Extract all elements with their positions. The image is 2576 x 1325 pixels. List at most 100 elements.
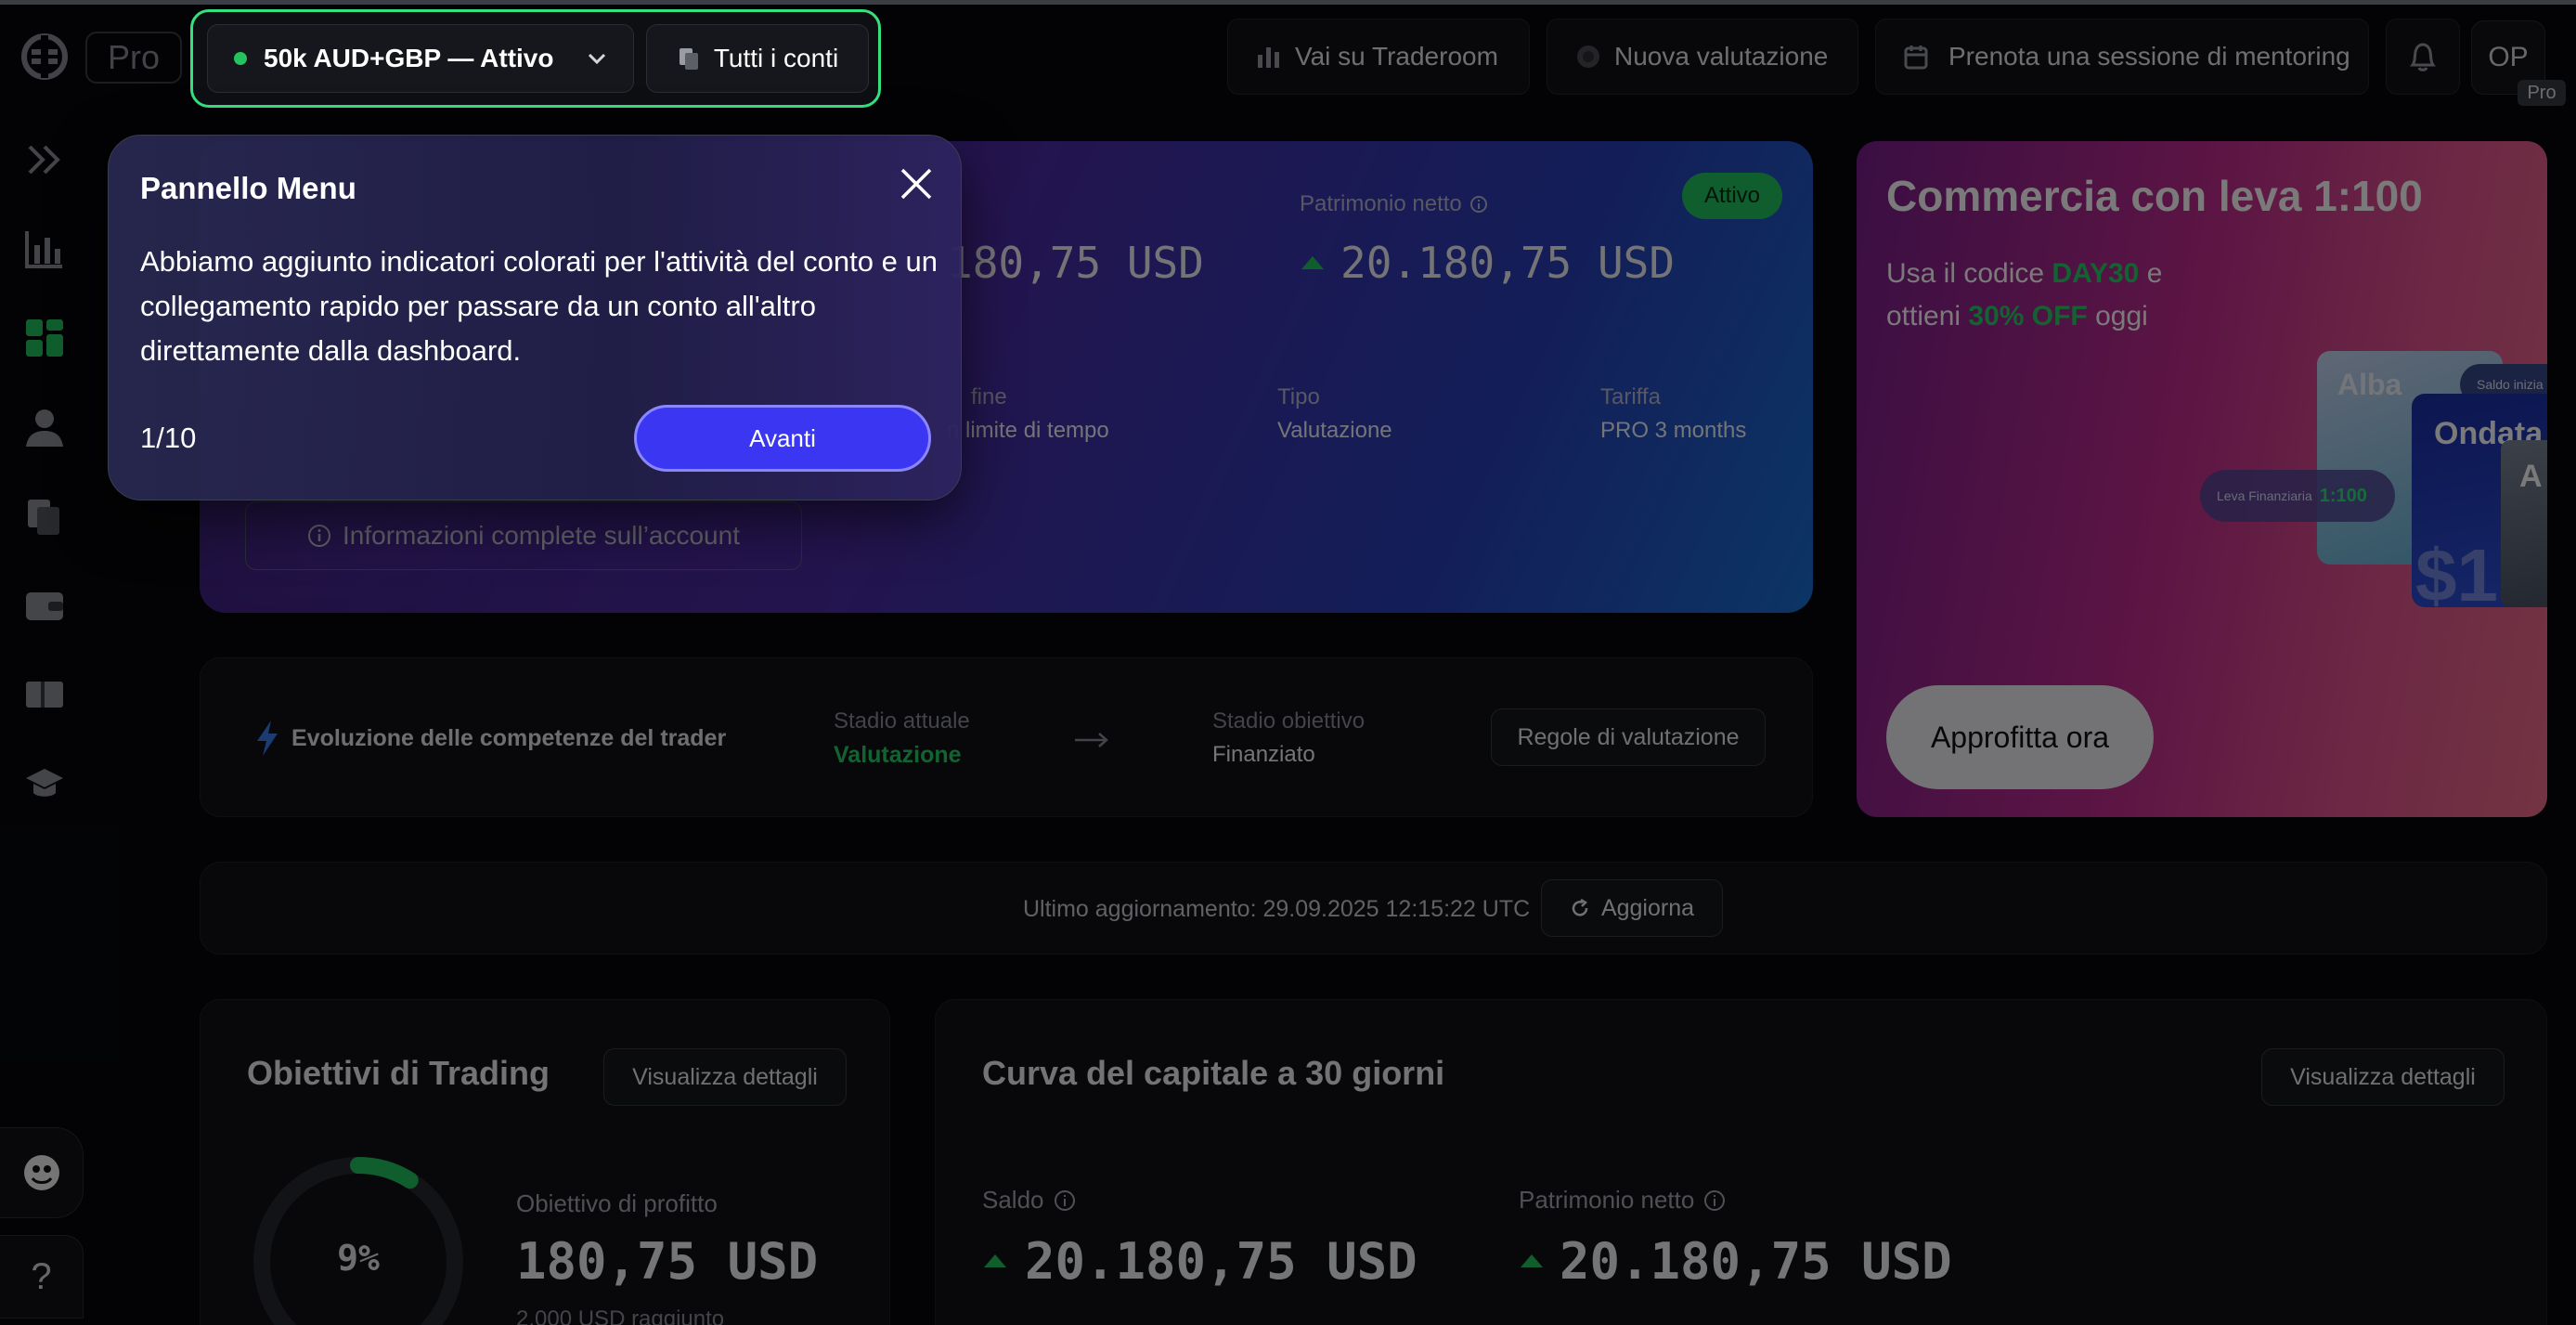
pro-badge: Pro	[2518, 80, 2566, 106]
bell-icon	[2407, 40, 2439, 73]
curve-equity-label: Patrimonio netto	[1519, 1186, 1726, 1215]
traderoom-label: Vai su Traderoom	[1295, 42, 1498, 71]
current-stage-label: Stadio attuale	[834, 708, 970, 734]
tour-popover: Pannello Menu Abbiamo aggiunto indicator…	[108, 135, 962, 500]
equity-curve-title: Curva del capitale a 30 giorni	[982, 1054, 1445, 1092]
current-stage-value: Valutazione	[834, 742, 962, 768]
account-info-button[interactable]: Informazioni complete sull’account	[245, 501, 802, 570]
promo-card-third: A	[2501, 440, 2547, 607]
app-logo-icon[interactable]	[20, 30, 69, 84]
objectives-title: Obiettivi di Trading	[247, 1054, 550, 1092]
promo-chip-leverage-label: Leva Finanziaria	[2217, 488, 2312, 503]
wallet-icon[interactable]	[22, 583, 67, 628]
balance-value-partial: 180,75 USD	[947, 238, 1204, 288]
pro-logo-badge: Pro	[85, 32, 182, 84]
all-accounts-label: Tutti i conti	[713, 44, 839, 72]
help-button[interactable]: ?	[0, 1235, 84, 1319]
bar-chart-icon	[1256, 44, 1282, 70]
user-icon[interactable]	[22, 405, 67, 449]
balance-up-icon	[982, 1253, 1008, 1269]
tariff-label: Tariffa	[1600, 384, 1661, 409]
end-date-label: fine	[971, 384, 1007, 409]
dashboard-grid-icon[interactable]	[22, 316, 67, 360]
tour-next-button[interactable]: Avanti	[634, 405, 931, 472]
account-status-dot	[234, 52, 247, 65]
promo-line-2-post: oggi	[2087, 301, 2148, 331]
last-update-text: Ultimo aggiornamento: 29.09.2025 12:15:2…	[1023, 896, 1531, 922]
tour-popover-title: Pannello Menu	[140, 171, 356, 205]
promo-line-1-post: e	[2139, 258, 2163, 289]
account-info-label: Informazioni complete sull’account	[343, 521, 740, 550]
trading-objectives-panel: Obiettivi di Trading Visualizza dettagli…	[200, 999, 890, 1325]
evaluation-rules-button[interactable]: Regole di valutazione	[1491, 708, 1766, 766]
curve-equity-label-text: Patrimonio netto	[1519, 1186, 1695, 1214]
notifications-button[interactable]	[2386, 19, 2460, 95]
status-badge: Attivo	[1682, 173, 1782, 219]
target-stage-label: Stadio obiettivo	[1212, 708, 1366, 734]
card-icon[interactable]	[22, 672, 67, 717]
equity-label-text: Patrimonio netto	[1300, 191, 1462, 216]
equity-curve-up-icon	[1519, 1253, 1545, 1269]
mentoring-label: Prenota una sessione di mentoring	[1948, 42, 2350, 71]
equity-label: Patrimonio netto	[1300, 191, 1488, 217]
promo-card-third-label: A	[2519, 459, 2543, 494]
promo-chip-leverage: Leva Finanziaria 1:100	[2200, 470, 2395, 522]
promo-line-2-pre: ottieni	[1886, 301, 1969, 331]
graduation-cap-icon[interactable]	[22, 761, 67, 806]
accounts-icon[interactable]	[22, 494, 67, 539]
promo-line-1: Usa il codice DAY30 e	[1886, 258, 2162, 290]
curve-balance-value: 20.180,75 USD	[1025, 1232, 1417, 1291]
support-bot-button[interactable]	[0, 1127, 84, 1218]
accounts-icon	[677, 46, 701, 71]
curve-balance-label: Saldo	[982, 1186, 1076, 1215]
account-switcher-highlight: 50k AUD+GBP — Attivo Tutti i conti	[190, 9, 881, 108]
close-icon[interactable]	[896, 163, 937, 204]
update-bar: Ultimo aggiornamento: 29.09.2025 12:15:2…	[200, 862, 2547, 955]
mentoring-button[interactable]: Prenota una sessione di mentoring	[1875, 19, 2369, 95]
traderoom-button[interactable]: Vai su Traderoom	[1227, 19, 1530, 95]
promo-code: DAY30	[2052, 258, 2140, 289]
refresh-icon	[1570, 898, 1590, 918]
tour-popover-body: Abbiamo aggiunto indicatori colorati per…	[140, 245, 938, 367]
promo-dollar-text: $1	[2415, 534, 2498, 617]
curve-equity-value: 20.180,75 USD	[1560, 1232, 1952, 1291]
profit-target-label: Obiettivo di profitto	[516, 1189, 718, 1217]
refresh-label: Aggiorna	[1600, 894, 1695, 921]
info-icon	[1469, 195, 1488, 214]
refresh-button[interactable]: Aggiorna	[1541, 879, 1723, 937]
new-evaluation-label: Nuova valutazione	[1614, 42, 1829, 71]
promo-line-2: ottieni 30% OFF oggi	[1886, 301, 2148, 332]
promo-line-1-pre: Usa il codice	[1886, 258, 2052, 289]
promo-chip-leverage-value: 1:100	[2319, 485, 2367, 506]
promo-title: Commercia con leva 1:100	[1886, 172, 2423, 220]
type-label: Tipo	[1277, 384, 1320, 409]
chart-icon[interactable]	[22, 227, 67, 271]
profit-progress-percent: 9%	[337, 1238, 380, 1279]
info-circle-icon	[307, 524, 331, 548]
all-accounts-button[interactable]: Tutti i conti	[646, 24, 869, 93]
calendar-icon	[1904, 44, 1928, 70]
profit-target-sub: 2.000 USD raggiunto	[516, 1306, 725, 1325]
chevron-down-icon	[587, 52, 607, 65]
account-selector[interactable]: 50k AUD+GBP — Attivo	[207, 24, 634, 93]
objectives-details-button[interactable]: Visualizza dettagli	[603, 1048, 847, 1106]
type-value: Valutazione	[1277, 418, 1392, 443]
target-icon	[1575, 44, 1601, 70]
tariff-value: PRO 3 months	[1600, 418, 1747, 443]
equity-up-icon	[1300, 254, 1326, 271]
arrow-right-icon	[1073, 731, 1110, 749]
promo-cta-button[interactable]: Approfitta ora	[1886, 685, 2154, 789]
promo-banner: Commercia con leva 1:100 Usa il codice D…	[1857, 141, 2547, 817]
expand-icon[interactable]	[22, 137, 67, 182]
promo-discount: 30% OFF	[1968, 301, 2088, 331]
target-stage-value: Finanziato	[1212, 742, 1315, 767]
equity-curve-details-button[interactable]: Visualizza dettagli	[2261, 1048, 2505, 1106]
window-top-strip	[0, 0, 2576, 5]
skills-evolution-panel: Evoluzione delle competenze del trader S…	[200, 657, 1813, 817]
profit-target-value: 180,75 USD	[516, 1232, 819, 1291]
evolution-title: Evoluzione delle competenze del trader	[291, 725, 727, 751]
info-icon	[1703, 1189, 1726, 1212]
end-date-value: n limite di tempo	[947, 418, 1109, 443]
info-icon	[1054, 1189, 1076, 1212]
new-evaluation-button[interactable]: Nuova valutazione	[1547, 19, 1858, 95]
